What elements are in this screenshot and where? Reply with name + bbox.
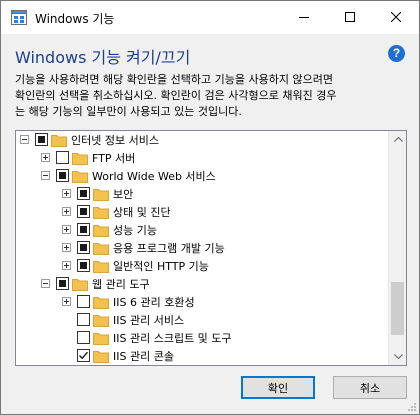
tree-item[interactable]: 웹 관리 도구 xyxy=(16,275,388,293)
tree-item[interactable]: 상태 및 진단 xyxy=(16,203,388,221)
feature-checkbox[interactable] xyxy=(35,133,48,146)
folder-icon xyxy=(93,295,109,309)
description-text: 기능을 사용하려면 해당 확인란을 선택하고 기능을 사용하지 않으려면 확인란… xyxy=(15,72,411,120)
tree-item[interactable]: 인터넷 정보 서비스 xyxy=(16,131,388,149)
feature-checkbox[interactable] xyxy=(77,331,90,344)
folder-icon xyxy=(72,151,88,165)
tree-item[interactable]: IIS 관리 콘솔 xyxy=(16,347,388,365)
feature-checkbox[interactable] xyxy=(56,151,69,164)
description-line: 확인란의 선택을 취소하십시오. 확인란이 검은 사각형으로 채워진 경우 xyxy=(15,89,337,102)
ok-button[interactable]: 확인 xyxy=(241,376,315,399)
windows-features-dialog: Windows 기능 Windows 기능 켜기/끄기 ? 기능을 사용하려면 … xyxy=(0,0,420,415)
tree-item-label: IIS 관리 콘솔 xyxy=(113,350,174,363)
tree-item-label: IIS 관리 서비스 xyxy=(113,314,185,327)
tree-item[interactable]: IIS 6 관리 호환성 xyxy=(16,293,388,311)
folder-icon xyxy=(72,277,88,291)
windows-features-app-icon xyxy=(11,10,27,25)
feature-checkbox[interactable] xyxy=(77,313,90,326)
scroll-down-button[interactable] xyxy=(389,348,406,365)
tree-item[interactable] xyxy=(16,365,388,366)
tree-item-label: 보안 xyxy=(113,188,134,201)
scroll-thumb[interactable] xyxy=(391,282,404,335)
cancel-button[interactable]: 취소 xyxy=(333,376,407,399)
window-title: Windows 기능 xyxy=(35,12,115,26)
resize-grip-icon[interactable] xyxy=(407,402,417,412)
feature-checkbox[interactable] xyxy=(77,259,90,272)
page-title: Windows 기능 켜기/끄기 xyxy=(15,48,191,67)
maximize-icon xyxy=(345,12,355,22)
tree-item[interactable]: 성능 기능 xyxy=(16,221,388,239)
expand-plus-icon[interactable] xyxy=(62,225,71,234)
chevron-up-icon xyxy=(393,137,403,142)
folder-icon xyxy=(93,259,109,273)
expand-plus-icon[interactable] xyxy=(62,189,71,198)
minimize-icon xyxy=(299,17,309,18)
feature-checkbox[interactable] xyxy=(77,241,90,254)
folder-icon xyxy=(72,169,88,183)
feature-checkbox[interactable] xyxy=(77,349,90,362)
expand-plus-icon[interactable] xyxy=(62,297,71,306)
tree-item-label: 일반적인 HTTP 기능 xyxy=(113,260,209,273)
title-bar[interactable]: Windows 기능 xyxy=(1,1,419,34)
features-tree[interactable]: 인터넷 정보 서비스 FTP 서버 World Wide Web 서비스보안상태 및… xyxy=(15,130,407,366)
folder-icon xyxy=(93,349,109,363)
vertical-scrollbar[interactable] xyxy=(388,131,406,365)
tree-item[interactable]: FTP 서버 xyxy=(16,149,388,167)
tree-item[interactable]: 일반적인 HTTP 기능 xyxy=(16,257,388,275)
tree-item-label: 인터넷 정보 서비스 xyxy=(71,134,159,147)
collapse-minus-icon[interactable] xyxy=(41,171,50,180)
tree-item-label: 성능 기능 xyxy=(113,224,157,237)
tree-item[interactable]: 보안 xyxy=(16,185,388,203)
tree-item-label: IIS 관리 스크립트 및 도구 xyxy=(113,332,232,345)
folder-icon xyxy=(51,133,67,147)
description-line: 는 해당 기능의 일부만이 사용되고 있는 것입니다. xyxy=(15,105,242,118)
feature-checkbox[interactable] xyxy=(77,205,90,218)
tree-item[interactable]: IIS 관리 서비스 xyxy=(16,311,388,329)
scroll-up-button[interactable] xyxy=(389,131,406,148)
chevron-down-icon xyxy=(393,354,403,359)
expand-plus-icon[interactable] xyxy=(62,243,71,252)
feature-checkbox[interactable] xyxy=(77,187,90,200)
tree-item-label: IIS 6 관리 호환성 xyxy=(113,296,195,309)
tree-item-label: 웹 관리 도구 xyxy=(92,278,150,291)
folder-icon xyxy=(93,205,109,219)
maximize-button[interactable] xyxy=(327,1,373,33)
tree-item-label: FTP 서버 xyxy=(92,152,136,165)
expand-plus-icon[interactable] xyxy=(62,261,71,270)
tree-item[interactable]: World Wide Web 서비스 xyxy=(16,167,388,185)
collapse-minus-icon[interactable] xyxy=(41,279,50,288)
feature-checkbox[interactable] xyxy=(56,169,69,182)
minimize-button[interactable] xyxy=(281,1,327,33)
folder-icon xyxy=(93,223,109,237)
feature-checkbox[interactable] xyxy=(56,277,69,290)
folder-icon xyxy=(93,241,109,255)
tree-item[interactable]: 응용 프로그램 개발 기능 xyxy=(16,239,388,257)
collapse-minus-icon[interactable] xyxy=(20,135,29,144)
close-icon xyxy=(391,12,401,22)
help-icon[interactable]: ? xyxy=(388,45,405,62)
folder-icon xyxy=(93,187,109,201)
tree-item-label: World Wide Web 서비스 xyxy=(92,170,216,183)
close-button[interactable] xyxy=(373,1,419,33)
description-line: 기능을 사용하려면 해당 확인란을 선택하고 기능을 사용하지 않으려면 xyxy=(15,73,333,86)
tree-item-label: 상태 및 진단 xyxy=(113,206,171,219)
checkmark-icon xyxy=(79,351,89,360)
dialog-content: Windows 기능 켜기/끄기 ? 기능을 사용하려면 해당 확인란을 선택하… xyxy=(1,34,419,414)
folder-icon xyxy=(93,313,109,327)
expand-plus-icon[interactable] xyxy=(62,207,71,216)
feature-checkbox[interactable] xyxy=(77,223,90,236)
tree-item-label: 응용 프로그램 개발 기능 xyxy=(113,242,225,255)
tree-item[interactable]: IIS 관리 스크립트 및 도구 xyxy=(16,329,388,347)
feature-checkbox[interactable] xyxy=(77,295,90,308)
folder-icon xyxy=(93,331,109,345)
expand-plus-icon[interactable] xyxy=(41,153,50,162)
